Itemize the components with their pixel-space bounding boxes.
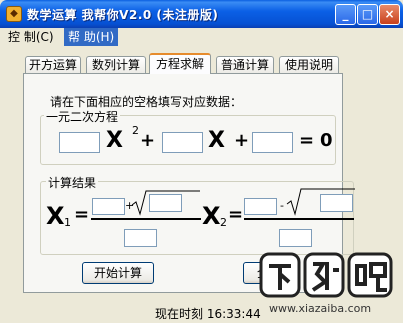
coef-b-input[interactable] [162, 132, 203, 153]
x1-b-output [92, 198, 125, 215]
x1-symbol: X [46, 202, 65, 230]
watermark: www.xiazaiba.com [253, 252, 399, 320]
result-group-title: 计算结果 [46, 174, 99, 191]
menu-help[interactable]: 帮 助(H) [64, 28, 119, 46]
x1-denominator-output [124, 229, 157, 247]
x2-minus: - [280, 199, 284, 212]
tab-sequence[interactable]: 数列计算 [86, 56, 146, 73]
x1-fraction-line [91, 218, 201, 220]
menu-control[interactable]: 控 制(C) [4, 28, 58, 46]
tab-equation[interactable]: 方程求解 [149, 53, 211, 74]
app-icon: ◆ [6, 6, 22, 22]
x-squared-symbol: X [106, 128, 123, 153]
tab-sqrt[interactable]: 开方运算 [25, 56, 81, 73]
x2-denominator-output [279, 229, 312, 247]
x2-symbol: X [202, 202, 221, 230]
window-title: 数学运算 我帮你V2.0 (未注册版) [27, 8, 219, 22]
plus-sign-1: + [140, 130, 156, 151]
x2-equals: = [228, 204, 244, 225]
x1-equals: = [74, 204, 90, 225]
equals-sign: = [299, 130, 315, 151]
x2-subscript: 2 [220, 216, 227, 229]
plus-sign-2: + [234, 130, 250, 151]
close-button[interactable]: × [379, 4, 400, 25]
minimize-button[interactable]: _ [335, 4, 356, 25]
exponent-label: 2 [132, 124, 139, 137]
watermark-url: www.xiazaiba.com [269, 302, 372, 315]
x-symbol: X [208, 128, 225, 153]
x2-discriminant-output [320, 194, 353, 212]
x1-subscript: 1 [64, 216, 71, 229]
current-time: 现在时刻 16:33:44 [155, 307, 261, 321]
coef-c-input[interactable] [252, 132, 293, 153]
x2-fraction-line [244, 218, 354, 220]
x1-discriminant-output [149, 194, 182, 212]
tab-help[interactable]: 使用说明 [279, 56, 339, 73]
start-calc-button[interactable]: 开始计算 [82, 262, 154, 284]
maximize-button[interactable]: □ [357, 4, 378, 25]
tab-normal[interactable]: 普通计算 [216, 56, 274, 73]
x2-b-output [244, 198, 277, 215]
coef-a-input[interactable] [59, 132, 100, 153]
menu-bar [0, 28, 403, 46]
zero-label: 0 [320, 130, 333, 151]
equation-group-title: 一元二次方程 [44, 108, 121, 125]
